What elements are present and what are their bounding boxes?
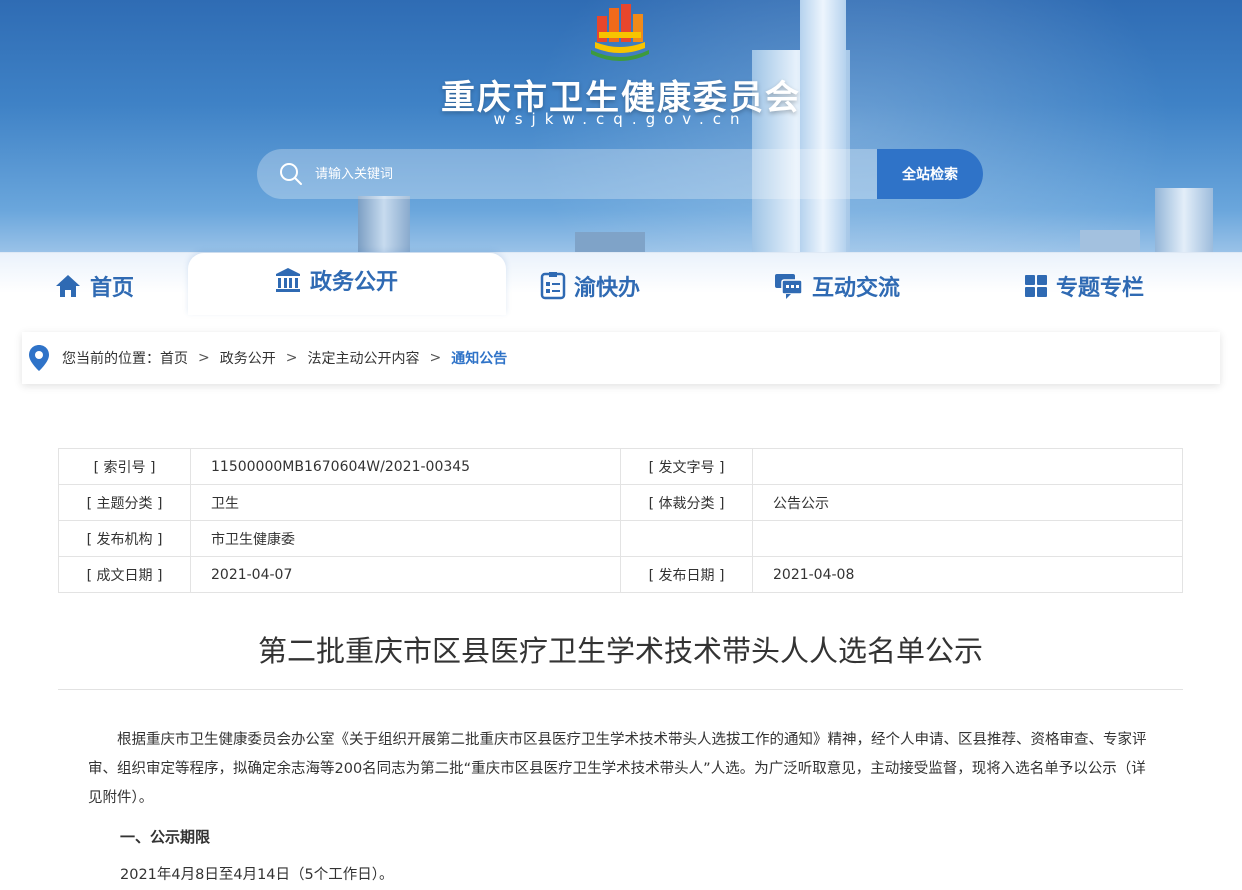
breadcrumb-separator: > — [198, 350, 210, 366]
breadcrumb-home[interactable]: 首页 — [160, 348, 188, 368]
home-icon — [56, 275, 80, 297]
nav-item-label: 专题专栏 — [1056, 276, 1145, 301]
meta-key: [ 发布机构 ] — [58, 520, 191, 557]
meta-value: 公告公示 — [752, 484, 1183, 521]
nav-item-label: 政务公开 — [310, 270, 399, 295]
site-logo-icon[interactable] — [585, 2, 655, 62]
section-heading: 一、公示期限 — [120, 828, 211, 846]
meta-value: 11500000MB1670604W/2021-00345 — [190, 448, 621, 485]
breadcrumb-government-affairs[interactable]: 政务公开 — [220, 348, 276, 368]
site-domain: wsjkw.cq.gov.cn — [493, 110, 749, 128]
meta-key: [ 索引号 ] — [58, 448, 191, 485]
nav-item-special-topics[interactable]: 专题专栏 — [1024, 261, 1144, 311]
skyline-tower — [800, 0, 846, 260]
table-row: [ 主题分类 ] 卫生 [ 体裁分类 ] 公告公示 — [58, 484, 1183, 521]
meta-key: [ 发布日期 ] — [620, 556, 753, 593]
nav-item-yukuaiban[interactable]: 渝快办 — [540, 261, 640, 311]
title-divider — [58, 689, 1183, 690]
breadcrumb: 您当前的位置： 首页 > 政务公开 > 法定主动公开内容 > 通知公告 — [22, 332, 1220, 384]
nav-item-label: 互动交流 — [812, 276, 901, 301]
meta-key: [ 成文日期 ] — [58, 556, 191, 593]
nav-item-government-affairs[interactable]: 政务公开 — [274, 255, 398, 305]
location-pin-icon — [29, 345, 49, 371]
form-list-icon — [540, 272, 566, 300]
search-box: 全站检索 — [257, 149, 983, 199]
main-nav: 首页 政务公开 渝快办 互动交流 专题专栏 — [0, 252, 1242, 320]
breadcrumb-separator: > — [429, 350, 442, 366]
meta-value: 2021-04-08 — [752, 556, 1183, 593]
document-meta-table: [ 索引号 ] 11500000MB1670604W/2021-00345 [ … — [58, 448, 1183, 593]
table-row: [ 成文日期 ] 2021-04-07 [ 发布日期 ] 2021-04-08 — [58, 556, 1183, 593]
meta-value: 卫生 — [190, 484, 621, 521]
meta-key — [620, 520, 753, 557]
article-intro-paragraph: 根据重庆市卫生健康委员会办公室《关于组织开展第二批重庆市区县医疗卫生学术技术带头… — [88, 732, 1147, 806]
meta-key: [ 发文字号 ] — [620, 448, 753, 485]
nav-item-label: 首页 — [90, 276, 135, 301]
article-title: 第二批重庆市区县医疗卫生学术技术带头人人选名单公示 — [257, 634, 983, 668]
skyline-building — [1155, 188, 1213, 260]
breadcrumb-separator: > — [285, 350, 298, 366]
table-row: [ 发布机构 ] 市卫生健康委 — [58, 520, 1183, 557]
meta-key: [ 体裁分类 ] — [620, 484, 753, 521]
breadcrumb-prefix: 您当前的位置： — [62, 351, 160, 367]
section-paragraph: 2021年4月8日至4月14日（5个工作日）。 — [120, 867, 394, 883]
nav-item-interaction[interactable]: 互动交流 — [774, 261, 900, 311]
article-body: 根据重庆市卫生健康委员会办公室《关于组织开展第二批重庆市区县医疗卫生学术技术带头… — [88, 726, 1150, 890]
government-building-icon — [276, 268, 300, 292]
skyline-building — [358, 196, 410, 260]
nav-item-label: 渝快办 — [574, 276, 641, 301]
table-row: [ 索引号 ] 11500000MB1670604W/2021-00345 [ … — [58, 448, 1183, 485]
site-search-button[interactable]: 全站检索 — [877, 149, 983, 199]
breadcrumb-statutory-disclosure[interactable]: 法定主动公开内容 — [307, 348, 419, 368]
meta-key: [ 主题分类 ] — [58, 484, 191, 521]
meta-value: 2021-04-07 — [190, 556, 621, 593]
meta-value — [752, 448, 1183, 485]
breadcrumb-notices[interactable]: 通知公告 — [451, 348, 507, 368]
chat-bubbles-icon — [775, 274, 803, 299]
meta-value — [752, 520, 1183, 557]
grid-squares-icon — [1025, 275, 1047, 297]
search-input[interactable] — [315, 149, 875, 199]
search-icon — [280, 163, 302, 185]
nav-item-home[interactable]: 首页 — [54, 261, 134, 311]
meta-value: 市卫生健康委 — [190, 520, 621, 557]
